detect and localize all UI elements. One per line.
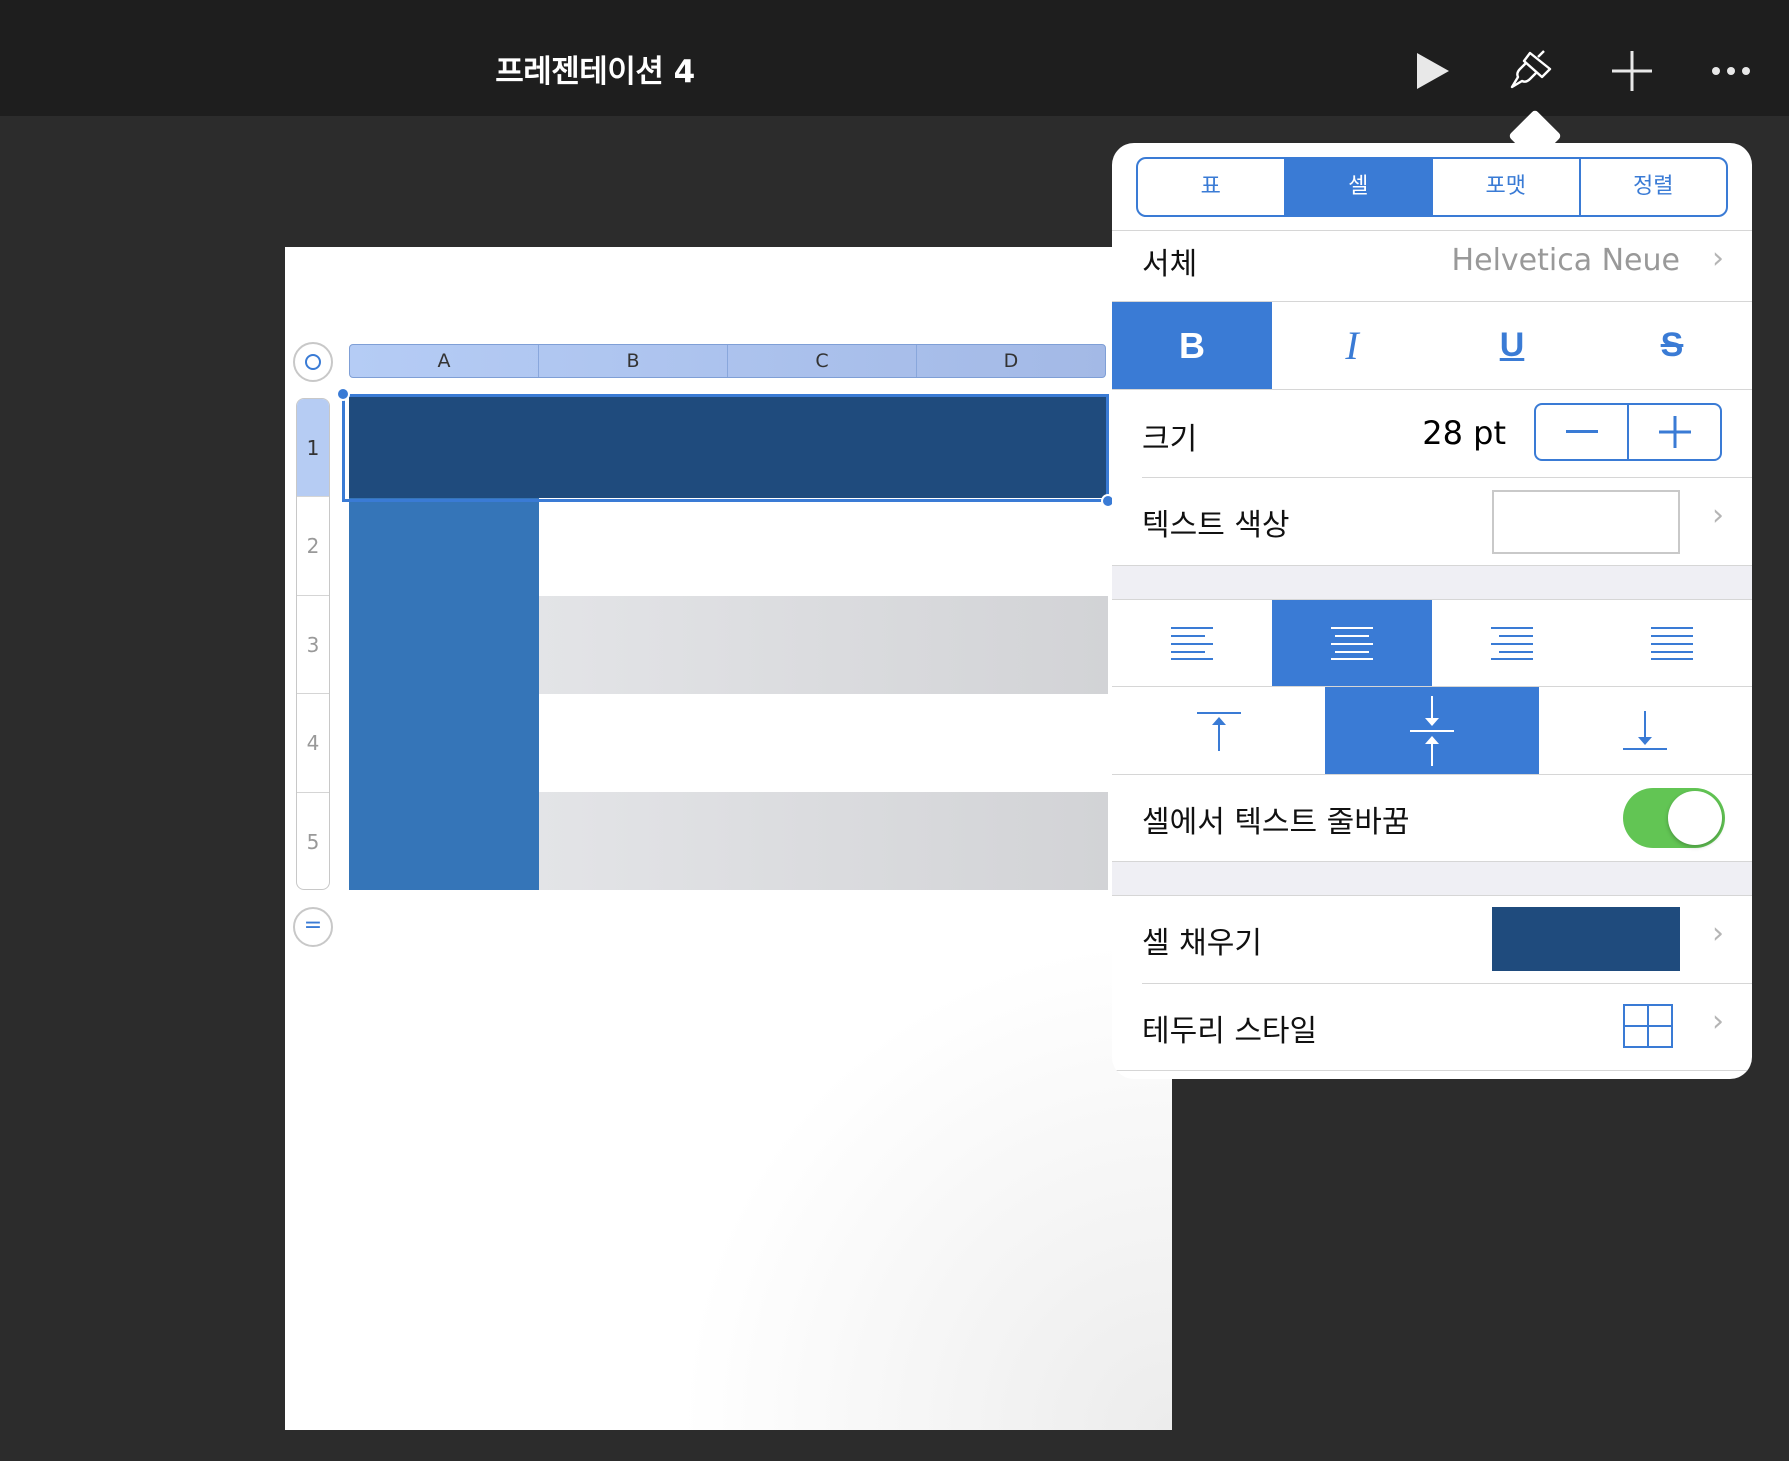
text-color-swatch[interactable] [1492,490,1680,554]
align-bottom-button[interactable] [1539,687,1752,774]
size-increase-button[interactable] [1629,405,1720,459]
size-label: 크기 [1142,422,1198,457]
selection-handle-start[interactable] [336,387,350,401]
column-header[interactable]: D [917,345,1105,377]
align-center-icon [1331,627,1373,660]
wrap-text-label: 셀에서 텍스트 줄바꿈 [1142,805,1410,840]
align-top-button[interactable] [1112,687,1325,774]
divider [1112,861,1752,862]
font-value: Helvetica Neue [1451,243,1680,278]
column-header[interactable]: B [539,345,728,377]
underline-button[interactable]: U [1432,302,1592,389]
table-header-column[interactable] [349,498,539,890]
column-header-bar[interactable]: A B C D [349,344,1106,378]
border-style-row[interactable]: 테두리 스타일 › [1112,984,1752,1070]
plus-icon [1612,51,1652,91]
minus-icon [1565,430,1598,433]
cell-fill-label: 셀 채우기 [1142,926,1262,961]
cell-fill-swatch[interactable] [1492,907,1680,971]
format-button[interactable] [1497,36,1567,106]
tab-table[interactable]: 표 [1138,159,1286,215]
size-decrease-button[interactable] [1536,405,1629,459]
format-tabs: 표 셀 포맷 정렬 [1136,157,1728,217]
tab-format[interactable]: 포맷 [1433,159,1581,215]
row-header-bar[interactable]: 1 2 3 4 5 [296,398,330,890]
more-icon [1712,67,1750,75]
horizontal-align-row [1112,600,1752,686]
selection-outline [342,394,1109,502]
italic-button[interactable]: I [1272,302,1432,389]
row-header[interactable]: 1 [297,399,329,498]
align-right-button[interactable] [1432,600,1592,686]
table-row[interactable] [539,792,1108,890]
play-icon [1417,53,1449,89]
text-color-row[interactable]: 텍스트 색상 › [1112,478,1752,565]
equals-icon: = [303,913,323,938]
bold-button[interactable]: B [1112,302,1272,389]
table-row[interactable] [539,498,1108,596]
add-rows-handle[interactable]: = [293,907,333,947]
chevron-right-icon: › [1712,1004,1724,1039]
table-row[interactable] [539,694,1108,792]
play-button[interactable] [1398,36,1468,106]
text-color-label: 텍스트 색상 [1142,508,1290,543]
add-button[interactable] [1597,36,1667,106]
row-header[interactable]: 3 [297,596,329,695]
align-center-button[interactable] [1272,600,1432,686]
vertical-align-row [1112,687,1752,774]
paintbrush-icon [1510,50,1552,89]
cell-fill-row[interactable]: 셀 채우기 › [1112,896,1752,983]
section-gap [1112,861,1752,895]
format-popover: 표 셀 포맷 정렬 서체 Helvetica Neue › B I U S 크기… [1112,143,1752,1079]
font-row[interactable]: 서체 Helvetica Neue › [1112,231,1752,301]
align-top-icon [1196,711,1241,751]
wrap-text-toggle[interactable] [1623,788,1725,848]
align-middle-button[interactable] [1325,687,1539,774]
column-header[interactable]: C [728,345,917,377]
circle-icon [305,354,321,370]
top-toolbar: 프레젠테이션 4 [0,0,1789,116]
align-middle-icon [1409,695,1454,766]
align-left-button[interactable] [1112,600,1272,686]
row-header[interactable]: 2 [297,497,329,596]
column-header[interactable]: A [350,345,539,377]
underline-icon: U [1499,326,1525,364]
tab-cell[interactable]: 셀 [1285,159,1433,215]
plus-icon [1658,416,1691,448]
align-left-icon [1171,627,1213,660]
strikethrough-button[interactable]: S [1592,302,1752,389]
align-bottom-icon [1623,710,1668,750]
align-right-icon [1491,627,1533,660]
size-value: 28 pt [1422,414,1506,452]
text-style-row: B I U S [1112,302,1752,389]
align-justify-icon [1651,627,1693,660]
chevron-right-icon: › [1712,241,1724,276]
size-row: 크기 28 pt [1112,390,1752,477]
table-select-handle[interactable] [293,342,333,382]
section-gap [1112,565,1752,599]
divider [1112,1070,1752,1071]
strikethrough-icon: S [1660,326,1684,364]
border-grid-icon[interactable] [1623,1004,1673,1048]
italic-icon: I [1345,323,1359,368]
row-header[interactable]: 5 [297,793,329,889]
bold-icon: B [1179,324,1205,366]
more-button[interactable] [1696,36,1766,106]
border-style-label: 테두리 스타일 [1142,1014,1318,1049]
row-header[interactable]: 4 [297,694,329,793]
wrap-text-row: 셀에서 텍스트 줄바꿈 [1112,775,1752,861]
align-justify-button[interactable] [1592,600,1752,686]
chevron-right-icon: › [1712,498,1724,533]
table-row[interactable] [539,596,1108,694]
divider [1112,565,1752,566]
tab-arrange[interactable]: 정렬 [1581,159,1727,215]
size-stepper [1534,403,1722,461]
chevron-right-icon: › [1712,916,1724,951]
document-title[interactable]: 프레젠테이션 4 [380,46,810,91]
toggle-knob [1668,791,1722,845]
font-label: 서체 [1142,247,1198,282]
